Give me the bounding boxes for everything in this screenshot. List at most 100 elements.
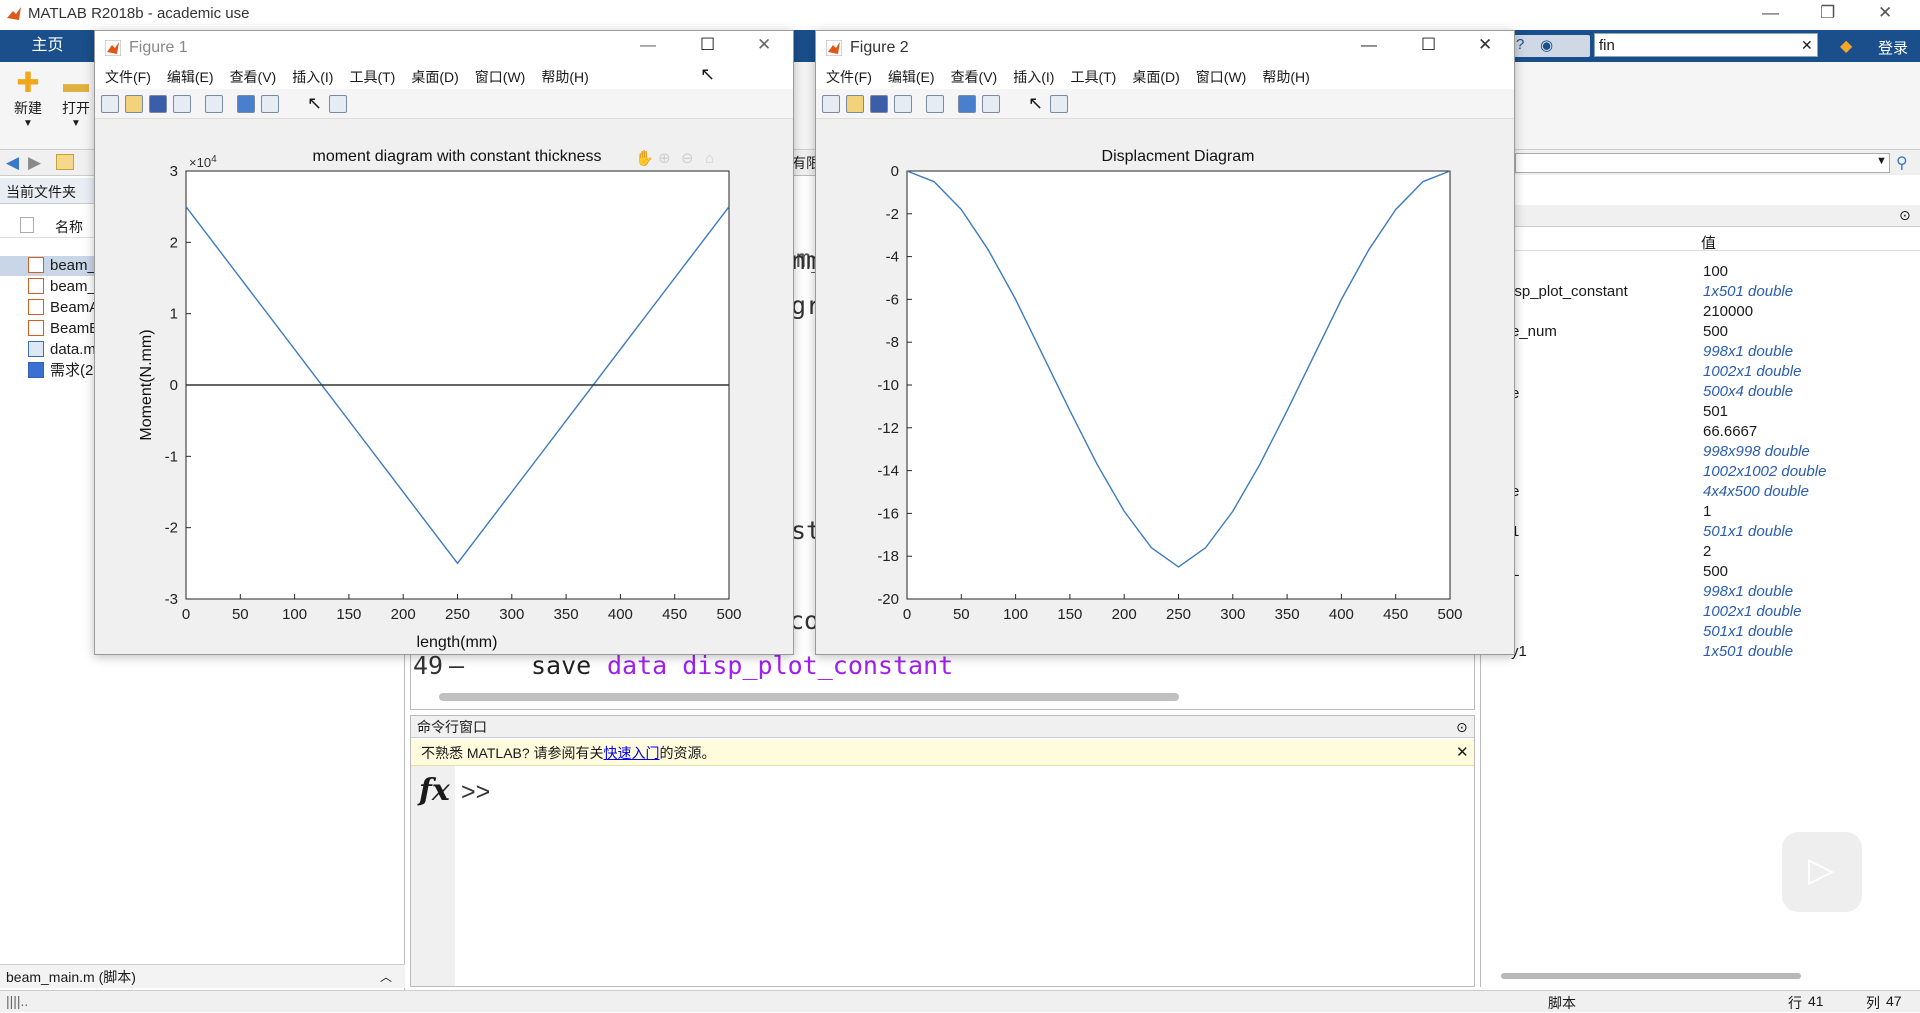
pointer-icon[interactable]: ↖ (1028, 93, 1043, 114)
print-icon[interactable] (173, 95, 191, 113)
menu-desktop[interactable]: 桌面(D) (1132, 65, 1179, 89)
zoom-out-icon[interactable]: ⊖ (681, 150, 694, 167)
colorbar-icon[interactable] (958, 95, 976, 113)
open-file-icon[interactable] (125, 95, 143, 113)
menu-edit[interactable]: 编辑(E) (888, 65, 935, 89)
quick-start-link[interactable]: 快速入门 (604, 745, 660, 761)
list-item[interactable]: BeamA (28, 298, 99, 318)
menu-tools[interactable]: 工具(T) (349, 65, 395, 89)
menu-edit[interactable]: 编辑(E) (167, 65, 214, 89)
open-file-icon[interactable] (846, 95, 864, 113)
command-window[interactable]: 命令行窗口 ⊙ 不熟悉 MATLAB? 请参阅有关快速入门的资源。 ✕ fx >… (410, 715, 1475, 987)
menu-help[interactable]: 帮助(H) (541, 65, 588, 89)
search-icon[interactable]: ⚲ (1896, 153, 1908, 173)
new-figure-icon[interactable] (822, 95, 840, 113)
minimize-icon[interactable]: — (1361, 37, 1377, 55)
close-icon[interactable]: ✕ (757, 35, 771, 55)
horizontal-scrollbar[interactable] (1501, 973, 1801, 979)
chevron-up-icon[interactable]: ︿ (380, 965, 392, 989)
community-icon[interactable]: ◉ (1540, 36, 1553, 54)
variable-name[interactable]: isp_plot_constant (1511, 283, 1628, 300)
legend-icon[interactable] (261, 95, 279, 113)
menu-insert[interactable]: 插入(I) (292, 65, 333, 89)
menu-view[interactable]: 查看(V) (951, 65, 998, 89)
restore-icon[interactable]: ❐ (1820, 3, 1835, 23)
open-button-label: 打开 (62, 100, 90, 116)
minimize-icon[interactable]: — (1762, 3, 1779, 23)
menu-window[interactable]: 窗口(W) (1196, 65, 1247, 89)
colorbar-icon[interactable] (237, 95, 255, 113)
list-item[interactable]: beam_ (28, 256, 96, 276)
notification-icon[interactable]: ◆ (1840, 36, 1852, 56)
save-icon[interactable] (149, 95, 167, 113)
list-item[interactable]: BeamE (28, 319, 99, 339)
help-icon[interactable]: ? (1516, 36, 1524, 53)
home-icon[interactable]: ⌂ (705, 150, 714, 167)
print-icon[interactable] (894, 95, 912, 113)
pointer-icon[interactable]: ↖ (307, 93, 322, 114)
clear-search-icon[interactable]: ✕ (1801, 37, 1813, 54)
chevron-down-icon[interactable]: ▼ (1876, 155, 1887, 167)
list-item[interactable]: data.m (28, 340, 96, 360)
minimize-icon[interactable]: — (640, 37, 656, 55)
column-name-header[interactable]: 名称 (55, 217, 83, 237)
property-editor-icon[interactable] (1050, 95, 1068, 113)
variable-name[interactable]: e_num (1511, 323, 1557, 340)
x-tick-label: 250 (1166, 606, 1191, 623)
play-icon[interactable]: ▷ (1808, 850, 1834, 890)
legend-icon[interactable] (982, 95, 1000, 113)
row-number: 41 (1808, 993, 1824, 1009)
pan-icon[interactable]: ✋ (635, 149, 654, 167)
menu-window[interactable]: 窗口(W) (475, 65, 526, 89)
search-input[interactable]: fin (1599, 37, 1615, 54)
close-icon[interactable]: ✕ (1878, 3, 1892, 23)
panel-actions-icon[interactable]: ⊙ (1456, 716, 1468, 738)
menu-insert[interactable]: 插入(I) (1013, 65, 1054, 89)
link-plot-icon[interactable] (205, 95, 223, 113)
command-window-header: 命令行窗口 ⊙ (411, 716, 1474, 738)
matlab-logo-icon (105, 40, 121, 56)
variable-value: 500 (1703, 563, 1729, 580)
tab-home[interactable]: 主页 (0, 30, 95, 62)
list-item[interactable]: beam_ (28, 277, 96, 297)
back-icon[interactable]: ◀ (6, 153, 19, 173)
search-box[interactable]: fin ✕ (1594, 33, 1818, 57)
file-details-bar[interactable]: beam_main.m (脚本) ︿ (0, 964, 405, 988)
video-play-overlay[interactable]: ▷ (1782, 832, 1862, 912)
panel-actions-icon[interactable]: ⊙ (1899, 207, 1911, 224)
close-icon[interactable]: ✕ (1456, 740, 1469, 766)
link-plot-icon[interactable] (926, 95, 944, 113)
x-tick-label: 100 (1003, 606, 1028, 623)
column-value-header[interactable]: 值 (1701, 232, 1716, 253)
menu-file[interactable]: 文件(F) (826, 65, 872, 89)
menu-desktop[interactable]: 桌面(D) (411, 65, 458, 89)
close-icon[interactable]: ✕ (1478, 35, 1492, 55)
menu-help[interactable]: 帮助(H) (1262, 65, 1309, 89)
new-figure-icon[interactable] (101, 95, 119, 113)
forward-icon[interactable]: ▶ (28, 153, 41, 173)
menu-view[interactable]: 查看(V) (230, 65, 277, 89)
x-tick-label: 250 (445, 606, 470, 623)
quick-access-toolbar[interactable]: ? ◉ (1510, 35, 1590, 57)
figure-2-window[interactable]: Figure 2 — ☐ ✕ 文件(F) 编辑(E) 查看(V) 插入(I) 工具(T)… (815, 30, 1515, 655)
menu-tools[interactable]: 工具(T) (1070, 65, 1116, 89)
menu-file[interactable]: 文件(F) (105, 65, 151, 89)
command-prompt[interactable]: >> (461, 778, 490, 807)
variable-value: 1002x1 double (1703, 363, 1802, 380)
list-item[interactable]: 需求(2 (28, 361, 93, 381)
property-editor-icon[interactable] (329, 95, 347, 113)
horizontal-scrollbar[interactable] (439, 693, 1179, 701)
up-folder-icon[interactable] (56, 154, 74, 170)
open-button[interactable]: ▬ 打开 ▼ (52, 68, 100, 129)
figure-1-window[interactable]: Figure 1 — ☐ ✕ 文件(F) 编辑(E) 查看(V) 插入(I) 工具(T)… (94, 30, 794, 655)
save-icon[interactable] (870, 95, 888, 113)
maximize-icon[interactable]: ☐ (1421, 35, 1436, 55)
zoom-in-icon[interactable]: ⊕ (658, 150, 671, 167)
mfile-icon (28, 278, 44, 294)
fx-icon[interactable]: fx (419, 773, 450, 808)
breakpoint-dash[interactable]: — (449, 651, 464, 680)
maximize-icon[interactable]: ☐ (700, 35, 715, 55)
workspace-filter-field[interactable]: ▼ (1515, 153, 1890, 173)
login-button[interactable]: 登录 (1878, 37, 1908, 58)
new-button[interactable]: ✚ 新建 ▼ (4, 68, 52, 130)
